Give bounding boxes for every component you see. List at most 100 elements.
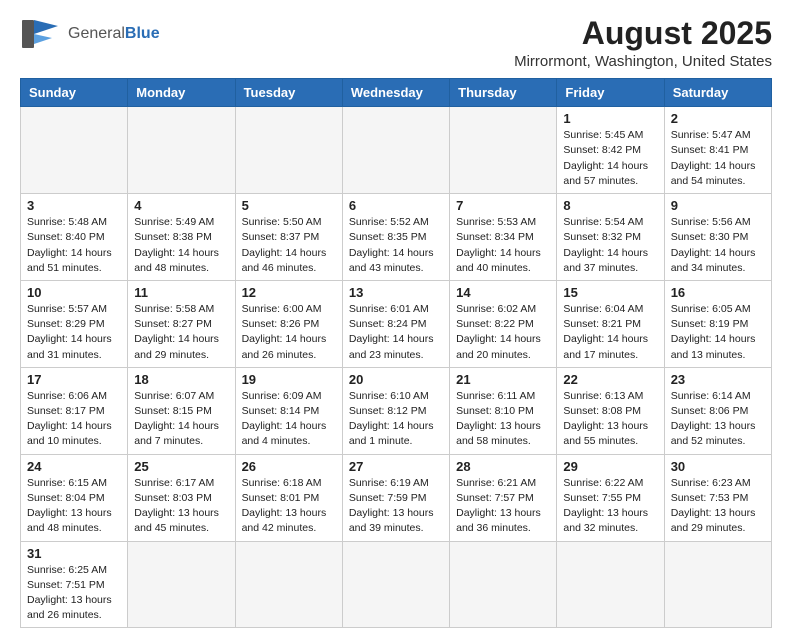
day-number: 14 — [456, 285, 550, 300]
day-number: 27 — [349, 459, 443, 474]
calendar-cell — [450, 107, 557, 194]
calendar-cell: 16Sunrise: 6:05 AMSunset: 8:19 PMDayligh… — [664, 280, 771, 367]
calendar-cell: 19Sunrise: 6:09 AMSunset: 8:14 PMDayligh… — [235, 367, 342, 454]
day-info: Sunrise: 6:02 AMSunset: 8:22 PMDaylight:… — [456, 302, 550, 363]
day-info: Sunrise: 5:58 AMSunset: 8:27 PMDaylight:… — [134, 302, 228, 363]
day-number: 30 — [671, 459, 765, 474]
calendar-table: SundayMondayTuesdayWednesdayThursdayFrid… — [20, 78, 772, 628]
logo: GeneralBlue — [20, 16, 160, 52]
day-info: Sunrise: 5:47 AMSunset: 8:41 PMDaylight:… — [671, 128, 765, 189]
page-header: GeneralBlue August 2025 Mirrormont, Wash… — [20, 16, 772, 70]
day-number: 2 — [671, 111, 765, 126]
calendar-cell — [235, 107, 342, 194]
day-info: Sunrise: 6:05 AMSunset: 8:19 PMDaylight:… — [671, 302, 765, 363]
calendar-cell: 20Sunrise: 6:10 AMSunset: 8:12 PMDayligh… — [342, 367, 449, 454]
calendar-cell: 28Sunrise: 6:21 AMSunset: 7:57 PMDayligh… — [450, 454, 557, 541]
weekday-header-wednesday: Wednesday — [342, 79, 449, 107]
weekday-header-tuesday: Tuesday — [235, 79, 342, 107]
day-number: 21 — [456, 372, 550, 387]
weekday-header-saturday: Saturday — [664, 79, 771, 107]
day-info: Sunrise: 5:57 AMSunset: 8:29 PMDaylight:… — [27, 302, 121, 363]
calendar-cell: 31Sunrise: 6:25 AMSunset: 7:51 PMDayligh… — [21, 541, 128, 628]
day-info: Sunrise: 5:45 AMSunset: 8:42 PMDaylight:… — [563, 128, 657, 189]
calendar-cell: 3 Sunrise: 5:48 AMSunset: 8:40 PMDaylight… — [21, 194, 128, 281]
calendar-cell: 7Sunrise: 5:53 AMSunset: 8:34 PMDaylight… — [450, 194, 557, 281]
calendar-cell: 13Sunrise: 6:01 AMSunset: 8:24 PMDayligh… — [342, 280, 449, 367]
calendar-week-row: 1 Sunrise: 5:45 AMSunset: 8:42 PMDaylight… — [21, 107, 772, 194]
day-number: 23 — [671, 372, 765, 387]
day-info: Sunrise: 6:10 AMSunset: 8:12 PMDaylight:… — [349, 389, 443, 450]
day-number: 24 — [27, 459, 121, 474]
day-info: Sunrise: 6:04 AMSunset: 8:21 PMDaylight:… — [563, 302, 657, 363]
day-info: Sunrise: 6:06 AMSunset: 8:17 PMDaylight:… — [27, 389, 121, 450]
day-info: Sunrise: 6:15 AMSunset: 8:04 PMDaylight:… — [27, 476, 121, 537]
day-number: 10 — [27, 285, 121, 300]
calendar-cell: 26Sunrise: 6:18 AMSunset: 8:01 PMDayligh… — [235, 454, 342, 541]
calendar-cell: 6 Sunrise: 5:52 AMSunset: 8:35 PMDaylight… — [342, 194, 449, 281]
day-number: 29 — [563, 459, 657, 474]
day-info: Sunrise: 6:19 AMSunset: 7:59 PMDaylight:… — [349, 476, 443, 537]
calendar-cell — [664, 541, 771, 628]
calendar-cell: 1 Sunrise: 5:45 AMSunset: 8:42 PMDaylight… — [557, 107, 664, 194]
day-info: Sunrise: 5:48 AMSunset: 8:40 PMDaylight:… — [27, 215, 121, 276]
calendar-cell — [342, 107, 449, 194]
calendar-cell: 10 Sunrise: 5:57 AMSunset: 8:29 PMDayligh… — [21, 280, 128, 367]
day-number: 1 — [563, 111, 657, 126]
calendar-cell: 8 Sunrise: 5:54 AMSunset: 8:32 PMDaylight… — [557, 194, 664, 281]
calendar-page: GeneralBlue August 2025 Mirrormont, Wash… — [0, 0, 792, 644]
logo-icon — [20, 16, 64, 52]
calendar-cell — [128, 107, 235, 194]
day-info: Sunrise: 6:22 AMSunset: 7:55 PMDaylight:… — [563, 476, 657, 537]
day-info: Sunrise: 5:50 AMSunset: 8:37 PMDaylight:… — [242, 215, 336, 276]
weekday-header-thursday: Thursday — [450, 79, 557, 107]
day-number: 6 — [349, 198, 443, 213]
calendar-cell: 24 Sunrise: 6:15 AMSunset: 8:04 PMDayligh… — [21, 454, 128, 541]
calendar-cell: 14 Sunrise: 6:02 AMSunset: 8:22 PMDayligh… — [450, 280, 557, 367]
calendar-week-row: 10 Sunrise: 5:57 AMSunset: 8:29 PMDayligh… — [21, 280, 772, 367]
calendar-cell: 12Sunrise: 6:00 AMSunset: 8:26 PMDayligh… — [235, 280, 342, 367]
logo-text: GeneralBlue — [68, 24, 160, 43]
calendar-cell: 9 Sunrise: 5:56 AMSunset: 8:30 PMDaylight… — [664, 194, 771, 281]
weekday-header-friday: Friday — [557, 79, 664, 107]
day-number: 8 — [563, 198, 657, 213]
day-info: Sunrise: 6:23 AMSunset: 7:53 PMDaylight:… — [671, 476, 765, 537]
calendar-cell — [342, 541, 449, 628]
day-number: 5 — [242, 198, 336, 213]
calendar-cell — [128, 541, 235, 628]
calendar-cell: 11Sunrise: 5:58 AMSunset: 8:27 PMDayligh… — [128, 280, 235, 367]
weekday-header-row: SundayMondayTuesdayWednesdayThursdayFrid… — [21, 79, 772, 107]
weekday-header-monday: Monday — [128, 79, 235, 107]
day-info: Sunrise: 6:21 AMSunset: 7:57 PMDaylight:… — [456, 476, 550, 537]
day-info: Sunrise: 6:25 AMSunset: 7:51 PMDaylight:… — [27, 563, 121, 624]
calendar-cell: 15Sunrise: 6:04 AMSunset: 8:21 PMDayligh… — [557, 280, 664, 367]
day-info: Sunrise: 6:07 AMSunset: 8:15 PMDaylight:… — [134, 389, 228, 450]
calendar-week-row: 24 Sunrise: 6:15 AMSunset: 8:04 PMDayligh… — [21, 454, 772, 541]
calendar-cell: 30 Sunrise: 6:23 AMSunset: 7:53 PMDayligh… — [664, 454, 771, 541]
calendar-cell — [450, 541, 557, 628]
calendar-cell: 25Sunrise: 6:17 AMSunset: 8:03 PMDayligh… — [128, 454, 235, 541]
day-number: 4 — [134, 198, 228, 213]
day-info: Sunrise: 5:52 AMSunset: 8:35 PMDaylight:… — [349, 215, 443, 276]
day-number: 22 — [563, 372, 657, 387]
calendar-cell: 21Sunrise: 6:11 AMSunset: 8:10 PMDayligh… — [450, 367, 557, 454]
day-info: Sunrise: 6:18 AMSunset: 8:01 PMDaylight:… — [242, 476, 336, 537]
day-number: 3 — [27, 198, 121, 213]
calendar-cell — [21, 107, 128, 194]
day-info: Sunrise: 6:14 AMSunset: 8:06 PMDaylight:… — [671, 389, 765, 450]
calendar-title: August 2025 — [514, 16, 772, 51]
day-number: 19 — [242, 372, 336, 387]
calendar-cell — [557, 541, 664, 628]
calendar-subtitle: Mirrormont, Washington, United States — [514, 53, 772, 70]
day-number: 18 — [134, 372, 228, 387]
day-number: 9 — [671, 198, 765, 213]
calendar-cell: 27 Sunrise: 6:19 AMSunset: 7:59 PMDayligh… — [342, 454, 449, 541]
calendar-week-row: 17 Sunrise: 6:06 AMSunset: 8:17 PMDayligh… — [21, 367, 772, 454]
day-number: 17 — [27, 372, 121, 387]
day-info: Sunrise: 5:54 AMSunset: 8:32 PMDaylight:… — [563, 215, 657, 276]
weekday-header-sunday: Sunday — [21, 79, 128, 107]
day-number: 13 — [349, 285, 443, 300]
calendar-cell: 22Sunrise: 6:13 AMSunset: 8:08 PMDayligh… — [557, 367, 664, 454]
calendar-week-row: 3 Sunrise: 5:48 AMSunset: 8:40 PMDaylight… — [21, 194, 772, 281]
calendar-cell — [235, 541, 342, 628]
day-info: Sunrise: 5:56 AMSunset: 8:30 PMDaylight:… — [671, 215, 765, 276]
